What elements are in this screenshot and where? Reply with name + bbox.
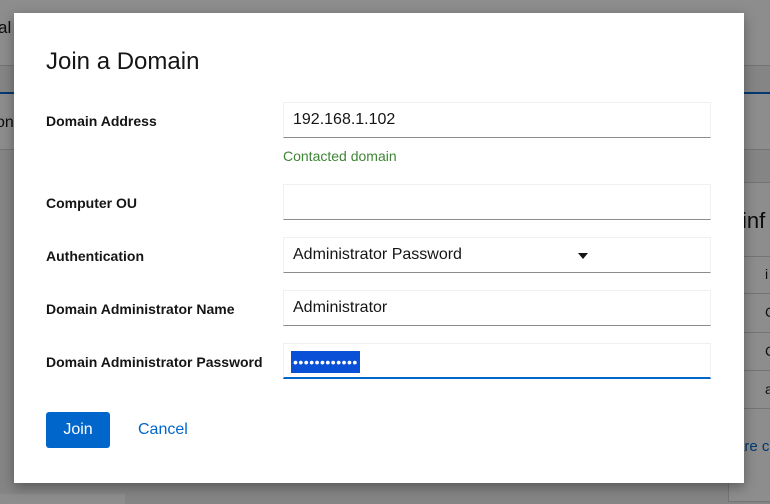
computer-ou-label: Computer OU	[46, 195, 137, 211]
admin-name-label: Domain Administrator Name	[46, 301, 235, 317]
domain-address-label: Domain Address	[46, 113, 157, 129]
authentication-label: Authentication	[46, 248, 144, 264]
admin-name-value: Administrator	[293, 299, 388, 316]
admin-password-masked-value: ••••••••••••	[291, 351, 360, 373]
dialog-title: Join a Domain	[46, 48, 200, 75]
authentication-select[interactable]: Administrator Password	[283, 237, 711, 273]
admin-password-input[interactable]: ••••••••••••	[283, 343, 711, 379]
computer-ou-input[interactable]	[283, 184, 711, 220]
join-button[interactable]: Join	[46, 412, 110, 448]
cancel-button[interactable]: Cancel	[130, 412, 196, 448]
authentication-selected-value: Administrator Password	[293, 246, 462, 263]
domain-address-input[interactable]: 192.168.1.102	[283, 102, 711, 138]
admin-password-label: Domain Administrator Password	[46, 354, 263, 370]
domain-address-value: 192.168.1.102	[293, 111, 396, 128]
join-domain-dialog: Join a Domain Domain Address 192.168.1.1…	[14, 13, 744, 483]
admin-name-input[interactable]: Administrator	[283, 290, 711, 326]
domain-contacted-helper: Contacted domain	[283, 148, 397, 164]
caret-down-icon	[578, 253, 588, 259]
